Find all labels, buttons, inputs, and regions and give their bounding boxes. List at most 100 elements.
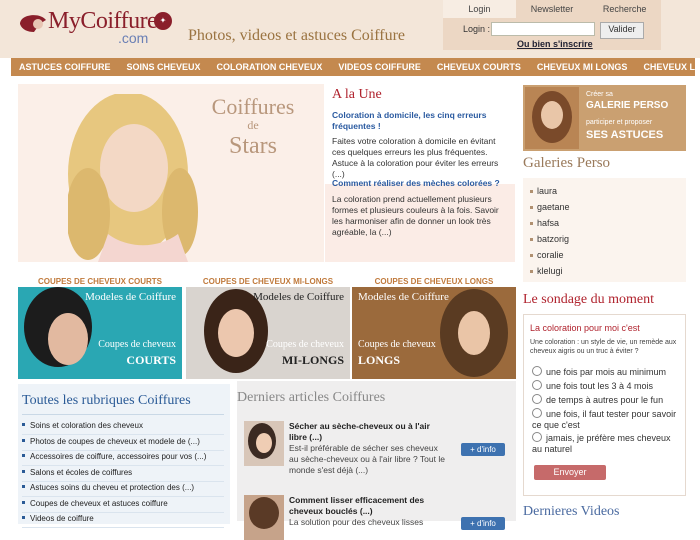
nav-cheveux-courts[interactable]: CHEVEUX COURTS (429, 58, 529, 76)
nav-cheveux-longs[interactable]: CHEVEUX LONGS (635, 58, 700, 76)
galerie-item[interactable]: laura (530, 186, 557, 196)
a-la-une-text-2: La coloration prend actuellement plusieu… (332, 194, 499, 237)
poll-option[interactable]: une fois, il faut tester pour savoir ce … (532, 408, 682, 431)
rubriques-divider (22, 414, 224, 415)
a-la-une: A la Une Coloration à domicile, les cinq… (325, 84, 515, 262)
coupes-courts[interactable]: COUPES DE CHEVEUX COURTS Modeles de Coif… (18, 277, 182, 379)
article-thumb-image (244, 495, 284, 540)
rubrique-item[interactable]: Astuces soins du cheveu et protection de… (22, 483, 224, 497)
article-thumbnail[interactable] (244, 421, 284, 466)
rubrique-item[interactable]: Soins et coloration des cheveux (22, 421, 224, 435)
hero-title-line1: Coiffures (211, 94, 295, 119)
galeries-perso-title: Galeries Perso (523, 155, 611, 171)
galerie-item[interactable]: klelugi (530, 266, 563, 276)
nav-coloration-cheveux[interactable]: COLORATION CHEVEUX (209, 58, 331, 76)
poll-description: Une coloration : un style de vie, un rem… (530, 339, 677, 355)
login-label: Login : (463, 24, 491, 34)
poll-submit-button[interactable]: Envoyer (534, 465, 606, 480)
tab-newsletter[interactable]: Newsletter (516, 0, 589, 18)
sondage-poll: La coloration pour moi c'est Une colorat… (523, 314, 686, 496)
logo-badge-icon: ✦ (154, 12, 172, 30)
coupes-longs[interactable]: COUPES DE CHEVEUX LONGS Modeles de Coiff… (352, 277, 516, 379)
site-logo[interactable]: MyCoiffure .com ✦ (18, 8, 183, 48)
nav-astuces-coiffure[interactable]: ASTUCES COIFFURE (11, 58, 119, 76)
coupes-courts-m1: Modeles de Coiffure (85, 291, 176, 303)
dernieres-videos-title: Dernieres Videos (523, 504, 620, 519)
coupes-mi-longs-m3: MI-LONGS (281, 353, 344, 367)
rubrique-item[interactable]: Coupes de cheveux et astuces coiffure (22, 499, 224, 513)
coupes-mi-longs-image: Modeles de Coiffure Coupes de cheveux MI… (186, 287, 350, 379)
coupes-longs-label: COUPES DE CHEVEUX LONGS (374, 277, 494, 286)
tab-login[interactable]: Login (443, 0, 516, 18)
article-text: Est-il préférable de sécher ses cheveux … (289, 443, 445, 475)
radio-icon[interactable] (532, 366, 542, 376)
coupes-mi-longs-label: COUPES DE CHEVEUX MI-LONGS (202, 277, 334, 286)
coupes-courts-m2: Coupes de cheveux (98, 339, 176, 350)
login-submit-button[interactable]: Valider (600, 22, 644, 39)
rubriques-title: Toutes les rubriques Coiffures (22, 393, 191, 408)
rubrique-item[interactable]: Photos de coupes de cheveux et modele de… (22, 437, 224, 451)
poll-option[interactable]: une fois par mois au minimum (532, 366, 682, 378)
a-la-une-title: A la Une (332, 87, 382, 102)
poll-question: La coloration pour moi c'est (530, 323, 640, 333)
login-input[interactable] (491, 22, 595, 36)
nav-soins-cheveux[interactable]: SOINS CHEVEUX (119, 58, 209, 76)
nav-cheveux-mi-longs[interactable]: CHEVEUX MI LONGS (529, 58, 636, 76)
rubrique-item[interactable]: Accessoires de coiffure, accessoires pou… (22, 452, 224, 466)
radio-icon[interactable] (532, 394, 542, 404)
galerie-item[interactable]: coralie (530, 250, 564, 260)
coupes-mi-longs[interactable]: COUPES DE CHEVEUX MI-LONGS Modeles de Co… (186, 277, 350, 379)
coupes-mi-longs-m1: Modeles de Coiffure (253, 291, 344, 303)
hero-title: Coiffures de Stars (183, 94, 323, 160)
banner-line1: Créer sa (586, 91, 613, 98)
article-thumbnail[interactable] (244, 495, 284, 540)
rubriques-panel: Toutes les rubriques Coiffures Soins et … (18, 381, 230, 528)
galerie-item[interactable]: gaetane (530, 202, 570, 212)
article-title[interactable]: Comment lisser efficacement des cheveux … (289, 495, 439, 517)
nav-videos-coiffure[interactable]: VIDEOS COIFFURE (330, 58, 429, 76)
poll-option[interactable]: de temps à autres pour le fun (532, 394, 682, 406)
article-thumb-image (244, 421, 284, 466)
banner-line4: SES ASTUCES (586, 129, 664, 141)
poll-option[interactable]: jamais, je préfère mes cheveux au nature… (532, 432, 682, 455)
galeries-perso-list: laura gaetane hafsa batzorig coralie kle… (523, 178, 686, 282)
sondage-title: Le sondage du moment (523, 292, 655, 307)
banner-portrait-image (525, 87, 579, 149)
radio-icon[interactable] (532, 432, 542, 442)
a-la-une-text-1: Faites votre coloration à domicile en év… (332, 136, 499, 179)
article-more-button[interactable]: + d'info (461, 517, 505, 530)
login-row: Login : Valider (443, 22, 661, 39)
article-more-button[interactable]: + d'info (461, 443, 505, 456)
coupes-longs-image: Modeles de Coiffure Coupes de cheveux LO… (352, 287, 516, 379)
coupes-longs-m3: LONGS (358, 353, 401, 367)
rubrique-item[interactable]: Salons et écoles de coiffures (22, 468, 224, 482)
hero-title-line2: de (247, 118, 259, 132)
derniers-articles: Derniers articles Coiffures Sécher au sè… (237, 381, 516, 540)
tab-recherche[interactable]: Recherche (588, 0, 661, 18)
banner-line3: participer et proposer (586, 119, 653, 126)
radio-icon[interactable] (532, 408, 542, 418)
galerie-perso-banner[interactable]: Créer sa GALERIE PERSO participer et pro… (523, 85, 686, 151)
hero-title-line3: Stars (229, 133, 277, 159)
main-nav: ASTUCES COIFFURE SOINS CHEVEUX COLORATIO… (11, 58, 700, 76)
logo-suffix: .com (118, 30, 149, 46)
coupes-courts-image: Modeles de Coiffure Coupes de cheveux CO… (18, 287, 182, 379)
poll-option[interactable]: une fois tout les 3 à 4 mois (532, 380, 682, 392)
articles-title: Derniers articles Coiffures (237, 390, 386, 405)
coupes-courts-m3: COURTS (126, 353, 176, 367)
a-la-une-headline-2[interactable]: Comment réaliser des mèches colorées ? (332, 178, 512, 189)
coupes-courts-label: COUPES DE CHEVEUX COURTS (37, 277, 163, 286)
a-la-une-headline-1[interactable]: Coloration à domicile, les cinq erreurs … (332, 110, 512, 132)
login-tabs: Login Newsletter Recherche (443, 0, 661, 18)
galerie-item[interactable]: batzorig (530, 234, 569, 244)
article-title[interactable]: Sécher au sèche-cheveux ou à l'air libre… (289, 421, 439, 443)
banner-line2: GALERIE PERSO (586, 100, 669, 111)
logo-head-icon (20, 15, 46, 33)
header: MyCoiffure .com ✦ Photos, videos et astu… (0, 0, 700, 58)
radio-icon[interactable] (532, 380, 542, 390)
hero-banner[interactable]: Coiffures de Stars (18, 84, 324, 262)
register-link[interactable]: Ou bien s'inscrire (517, 39, 593, 49)
article-text: La solution pour des cheveux lisses (289, 517, 424, 527)
rubrique-item[interactable]: Videos de coiffure (22, 514, 224, 528)
galerie-item[interactable]: hafsa (530, 218, 559, 228)
